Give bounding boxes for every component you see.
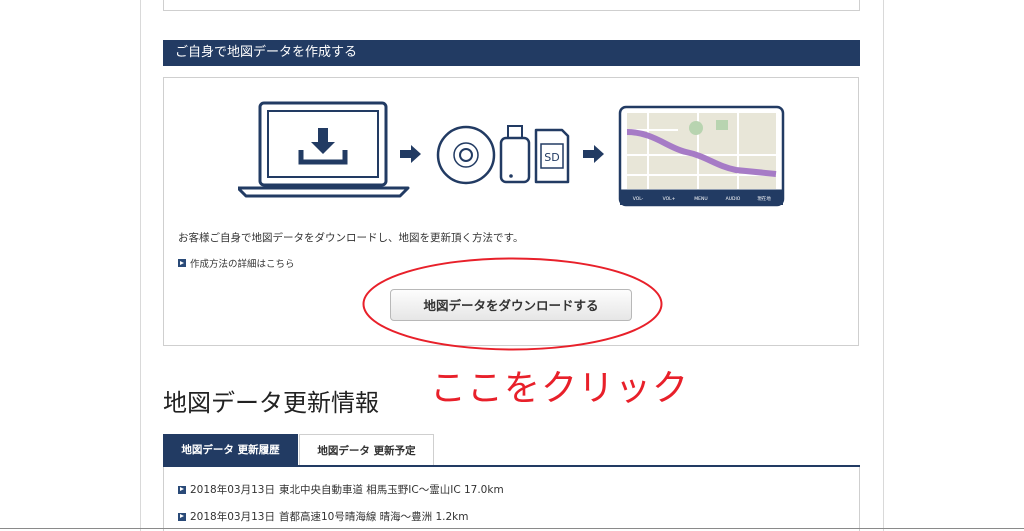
list-item[interactable]: 2018年03月13日 首都高速10号晴海線 晴海～豊洲 1.2km <box>178 509 469 524</box>
map-update-info-title: 地図データ更新情報 <box>163 389 379 417</box>
window-bottom-edge <box>0 528 1024 529</box>
laptop-download-icon <box>238 101 410 198</box>
car-navigation-icon: VOL- VOL+ MENU AUDIO 現在地 <box>618 105 785 207</box>
detail-link-label[interactable]: 作成方法の詳細はこちら <box>190 256 295 270</box>
link-arrow-icon <box>178 485 186 494</box>
history-text: 東北中央自動車道 相馬玉野IC～霊山IC 17.0km <box>278 484 504 496</box>
arrow-right-icon <box>583 145 604 163</box>
download-map-button[interactable]: 地図データをダウンロードする <box>390 289 632 321</box>
nav-button-vol-up: VOL+ <box>663 196 676 202</box>
section-header: ご自身で地図データを作成する <box>163 40 860 66</box>
nav-button-audio: AUDIO <box>726 196 741 202</box>
usb-stick-icon <box>499 125 531 184</box>
list-item[interactable]: 2018年03月13日 東北中央自動車道 相馬玉野IC～霊山IC 17.0km <box>178 482 504 497</box>
nav-button-vol-down: VOL- <box>633 196 644 202</box>
disc-icon <box>436 125 496 185</box>
tab-update-history[interactable]: 地図データ 更新履歴 <box>163 434 298 466</box>
update-flow-diagram: SD VOL- VOL+ MENU AUDIO 現在地 <box>238 101 785 207</box>
sd-label: SD <box>544 151 559 164</box>
sd-card-icon: SD <box>534 128 570 184</box>
detail-link[interactable]: 作成方法の詳細はこちら <box>178 256 295 270</box>
link-arrow-icon <box>178 259 186 267</box>
nav-button-menu: MENU <box>694 196 707 202</box>
history-text: 首都高速10号晴海線 晴海～豊洲 1.2km <box>278 511 469 523</box>
arrow-right-icon <box>400 145 421 163</box>
history-date: 2018年03月13日 <box>190 484 275 496</box>
previous-section-box <box>163 0 860 11</box>
click-here-annotation: ここをクリック <box>430 368 690 409</box>
history-date: 2018年03月13日 <box>190 511 275 523</box>
link-arrow-icon <box>178 512 186 521</box>
nav-button-current-location: 現在地 <box>757 195 771 202</box>
tab-update-schedule[interactable]: 地図データ 更新予定 <box>299 434 434 466</box>
section-title: ご自身で地図データを作成する <box>175 45 358 60</box>
method-description: お客様ご自身で地図データをダウンロードし、地図を更新頂く方法です。 <box>178 232 524 244</box>
